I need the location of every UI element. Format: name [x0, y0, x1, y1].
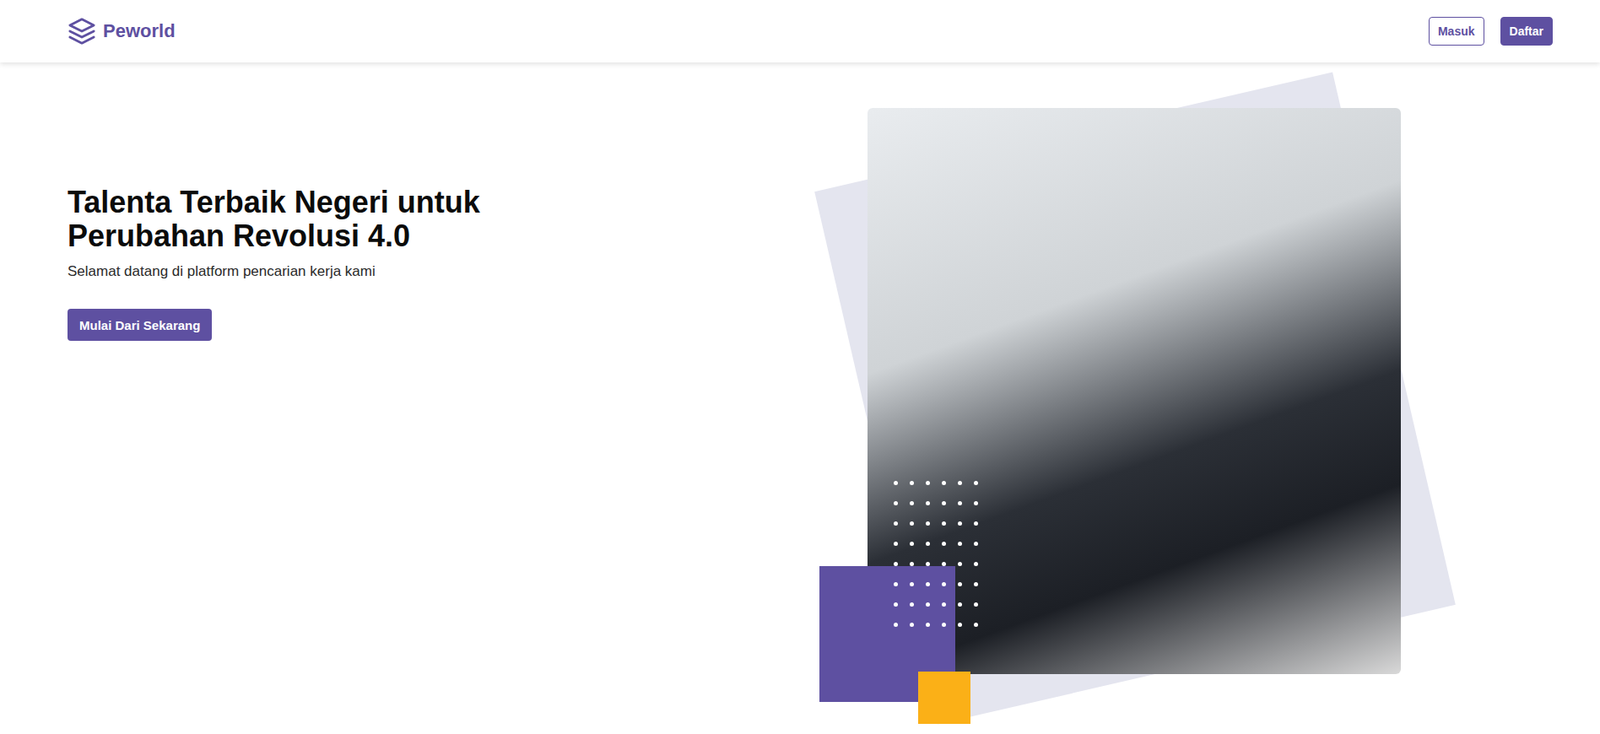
dot	[893, 622, 898, 628]
dot	[925, 501, 930, 506]
dot	[941, 562, 946, 567]
logo[interactable]: Peworld	[67, 16, 176, 46]
auth-button[interactable]: Daftar	[1500, 16, 1553, 46]
dot	[941, 501, 946, 506]
dot	[925, 541, 930, 546]
dot	[909, 481, 914, 486]
dot	[957, 582, 963, 587]
dot	[941, 582, 946, 587]
dot	[893, 521, 898, 526]
dot	[941, 521, 946, 526]
dot	[893, 481, 898, 486]
dot	[941, 481, 946, 486]
dot	[957, 622, 963, 628]
hero-subtitle: Selamat datang di platform pencarian ker…	[67, 263, 376, 281]
cta-button[interactable]: Mulai Dari Sekarang	[67, 308, 212, 341]
dot	[941, 622, 946, 628]
hero-illustration	[793, 62, 1477, 734]
dot	[973, 541, 979, 546]
dot	[893, 562, 898, 567]
dot	[973, 622, 979, 628]
logo-text: Peworld	[102, 20, 176, 43]
landing-page: Peworld Masuk Daftar Talenta Terbaik Negeri…	[0, 0, 1600, 734]
layers-icon	[67, 16, 97, 46]
navbar: Peworld Masuk Daftar	[0, 0, 1600, 63]
dot	[925, 562, 930, 567]
hero: Talenta Terbaik Negeri untukPerubahan Re…	[0, 62, 1600, 734]
yellow-square	[918, 671, 971, 725]
dot	[893, 582, 898, 587]
dot	[973, 521, 979, 526]
dot	[925, 622, 930, 628]
auth-button[interactable]: Masuk	[1428, 16, 1485, 46]
dot-grid	[893, 481, 979, 628]
dot	[973, 501, 979, 506]
dot	[973, 582, 979, 587]
dot	[973, 602, 979, 607]
dot	[957, 602, 963, 607]
dot	[957, 521, 963, 526]
dot	[957, 562, 963, 567]
dot	[957, 541, 963, 546]
dot	[909, 501, 914, 506]
dot	[909, 602, 914, 607]
dot	[925, 582, 930, 587]
dot	[973, 562, 979, 567]
dot	[893, 541, 898, 546]
dot	[957, 481, 963, 486]
dot	[909, 521, 914, 526]
hero-title: Talenta Terbaik Negeri untukPerubahan Re…	[67, 185, 481, 254]
dot	[925, 481, 930, 486]
dot	[909, 622, 914, 628]
auth-buttons: Masuk Daftar	[1428, 16, 1553, 46]
dot	[973, 481, 979, 486]
dot	[909, 541, 914, 546]
hero-text: Talenta Terbaik Negeri untukPerubahan Re…	[0, 62, 481, 734]
dot	[941, 541, 946, 546]
dot	[893, 501, 898, 506]
dot	[941, 602, 946, 607]
dot	[957, 501, 963, 506]
dot	[925, 602, 930, 607]
dot	[909, 582, 914, 587]
dot	[925, 521, 930, 526]
dot	[893, 602, 898, 607]
dot	[909, 562, 914, 567]
